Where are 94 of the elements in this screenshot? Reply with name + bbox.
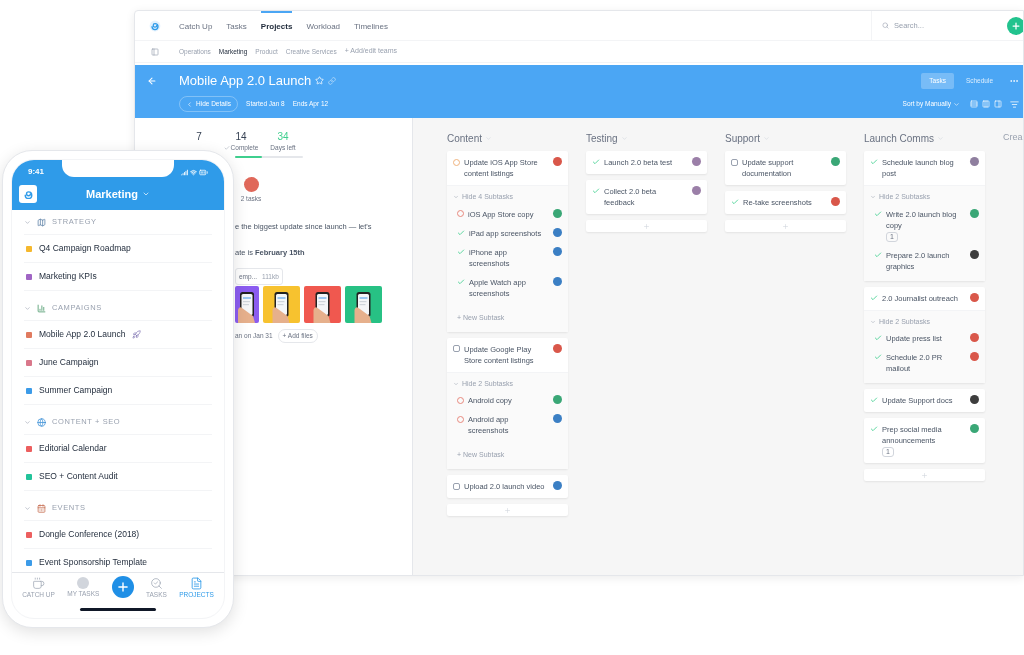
- sidebar-toggle-icon[interactable]: [151, 47, 159, 56]
- check-icon[interactable]: [731, 198, 739, 206]
- project-name: Marketing KPIs: [39, 270, 97, 283]
- project-name: Mobile App 2.0 Launch: [39, 328, 126, 341]
- column-title: Launch Comms: [864, 131, 935, 146]
- panel-icon[interactable]: [994, 100, 1002, 109]
- star-icon[interactable]: [315, 76, 325, 86]
- project-item[interactable]: Mobile App 2.0 Launch: [24, 321, 212, 349]
- check-icon[interactable]: [874, 250, 882, 259]
- check-icon: [223, 144, 230, 151]
- project-item[interactable]: Editorial Calendar: [24, 435, 212, 463]
- project-name: Editorial Calendar: [39, 442, 107, 455]
- project-name: Summer Campaign: [39, 384, 113, 397]
- check-icon[interactable]: [874, 353, 882, 361]
- checkbox[interactable]: [453, 345, 460, 352]
- wifi-icon: [190, 168, 197, 176]
- map-icon: [37, 217, 46, 227]
- add-task-button[interactable]: [447, 504, 568, 516]
- check-icon[interactable]: [870, 293, 878, 302]
- project-name: Q4 Campaign Roadmap: [39, 242, 131, 255]
- add-button[interactable]: [1007, 16, 1023, 35]
- check-icon[interactable]: [870, 425, 878, 433]
- chevron-left-icon: [186, 100, 193, 108]
- project-item[interactable]: Q4 Campaign Roadmap: [24, 235, 212, 263]
- search-icon: [882, 22, 889, 29]
- add-task-button[interactable]: [864, 469, 985, 481]
- columns-view-icon[interactable]: [982, 100, 990, 109]
- project-item[interactable]: Summer Campaign: [24, 377, 212, 405]
- chevron-down-icon: [870, 194, 876, 201]
- signal-icon: [181, 168, 188, 176]
- project-item[interactable]: SEO + Content Audit: [24, 463, 212, 491]
- document-icon: [190, 576, 203, 590]
- stat-value: 34: [277, 130, 289, 143]
- check-icon[interactable]: [457, 228, 465, 237]
- stat-value: 14: [235, 130, 247, 143]
- nav-tab[interactable]: Workload: [306, 11, 341, 40]
- plus-icon: [115, 580, 130, 594]
- column-title: Crea: [1003, 131, 1023, 145]
- project-item[interactable]: Marketing KPIs: [24, 263, 212, 291]
- cup-icon: [32, 576, 46, 590]
- chevron-down-icon[interactable]: [24, 418, 31, 426]
- add-task-button[interactable]: [586, 220, 707, 232]
- column-title: Testing: [586, 131, 618, 146]
- globe-icon: [37, 417, 46, 427]
- plus-icon: [782, 222, 789, 230]
- check-icon[interactable]: [874, 209, 882, 218]
- add-task-button[interactable]: [725, 220, 846, 232]
- chevron-down-icon[interactable]: [24, 304, 31, 312]
- rows-view-icon[interactable]: [970, 100, 978, 109]
- plus-icon: [504, 506, 511, 514]
- calendar-icon: [37, 503, 46, 513]
- battery-icon: [199, 167, 208, 177]
- status-time: 9:41: [28, 166, 44, 178]
- plus-icon: [1011, 20, 1021, 31]
- back-icon[interactable]: [147, 75, 157, 86]
- stat-value: 7: [196, 130, 202, 143]
- project-name: June Campaign: [39, 356, 99, 369]
- column-title: Support: [725, 131, 761, 146]
- chevron-down-icon: [870, 318, 876, 325]
- chevron-down-icon: [453, 380, 459, 387]
- chevron-down-icon: [953, 100, 960, 108]
- project-name: Event Sponsorship Template: [39, 556, 148, 569]
- check-icon[interactable]: [592, 158, 600, 166]
- nav-tab[interactable]: Tasks: [226, 11, 247, 40]
- check-icon[interactable]: [457, 247, 465, 256]
- check-icon[interactable]: [592, 187, 600, 195]
- add-button[interactable]: [111, 576, 134, 598]
- nav-tab[interactable]: Projects: [260, 11, 293, 40]
- chevron-down-icon[interactable]: [24, 218, 31, 226]
- check-icon[interactable]: [870, 158, 878, 166]
- chevron-down-icon[interactable]: [24, 504, 31, 512]
- link-icon[interactable]: [328, 76, 337, 85]
- chevron-down-icon: [142, 190, 150, 198]
- avatar: [77, 577, 90, 589]
- logo-icon: [149, 19, 161, 32]
- project-name: Dongle Conference (2018): [39, 528, 140, 541]
- check-icon[interactable]: [870, 396, 878, 404]
- nav-tab[interactable]: Timelines: [354, 11, 388, 40]
- project-item[interactable]: June Campaign: [24, 349, 212, 377]
- checkbox[interactable]: [453, 482, 460, 490]
- chart-icon: [37, 303, 46, 313]
- plus-icon: [921, 471, 928, 479]
- check-icon[interactable]: [457, 277, 465, 286]
- project-title: Mobile App 2.0 Launch: [179, 71, 312, 90]
- nav-tab[interactable]: Catch Up: [179, 11, 213, 40]
- column-title: Content: [447, 131, 483, 146]
- check-icon[interactable]: [874, 334, 882, 342]
- plus-icon: [643, 222, 650, 230]
- checkbox[interactable]: [731, 158, 738, 166]
- chevron-down-icon: [453, 194, 459, 201]
- search-icon: [149, 576, 163, 590]
- filter-icon[interactable]: [1010, 99, 1019, 109]
- project-name: SEO + Content Audit: [39, 470, 118, 483]
- project-item[interactable]: Dongle Conference (2018): [24, 521, 212, 549]
